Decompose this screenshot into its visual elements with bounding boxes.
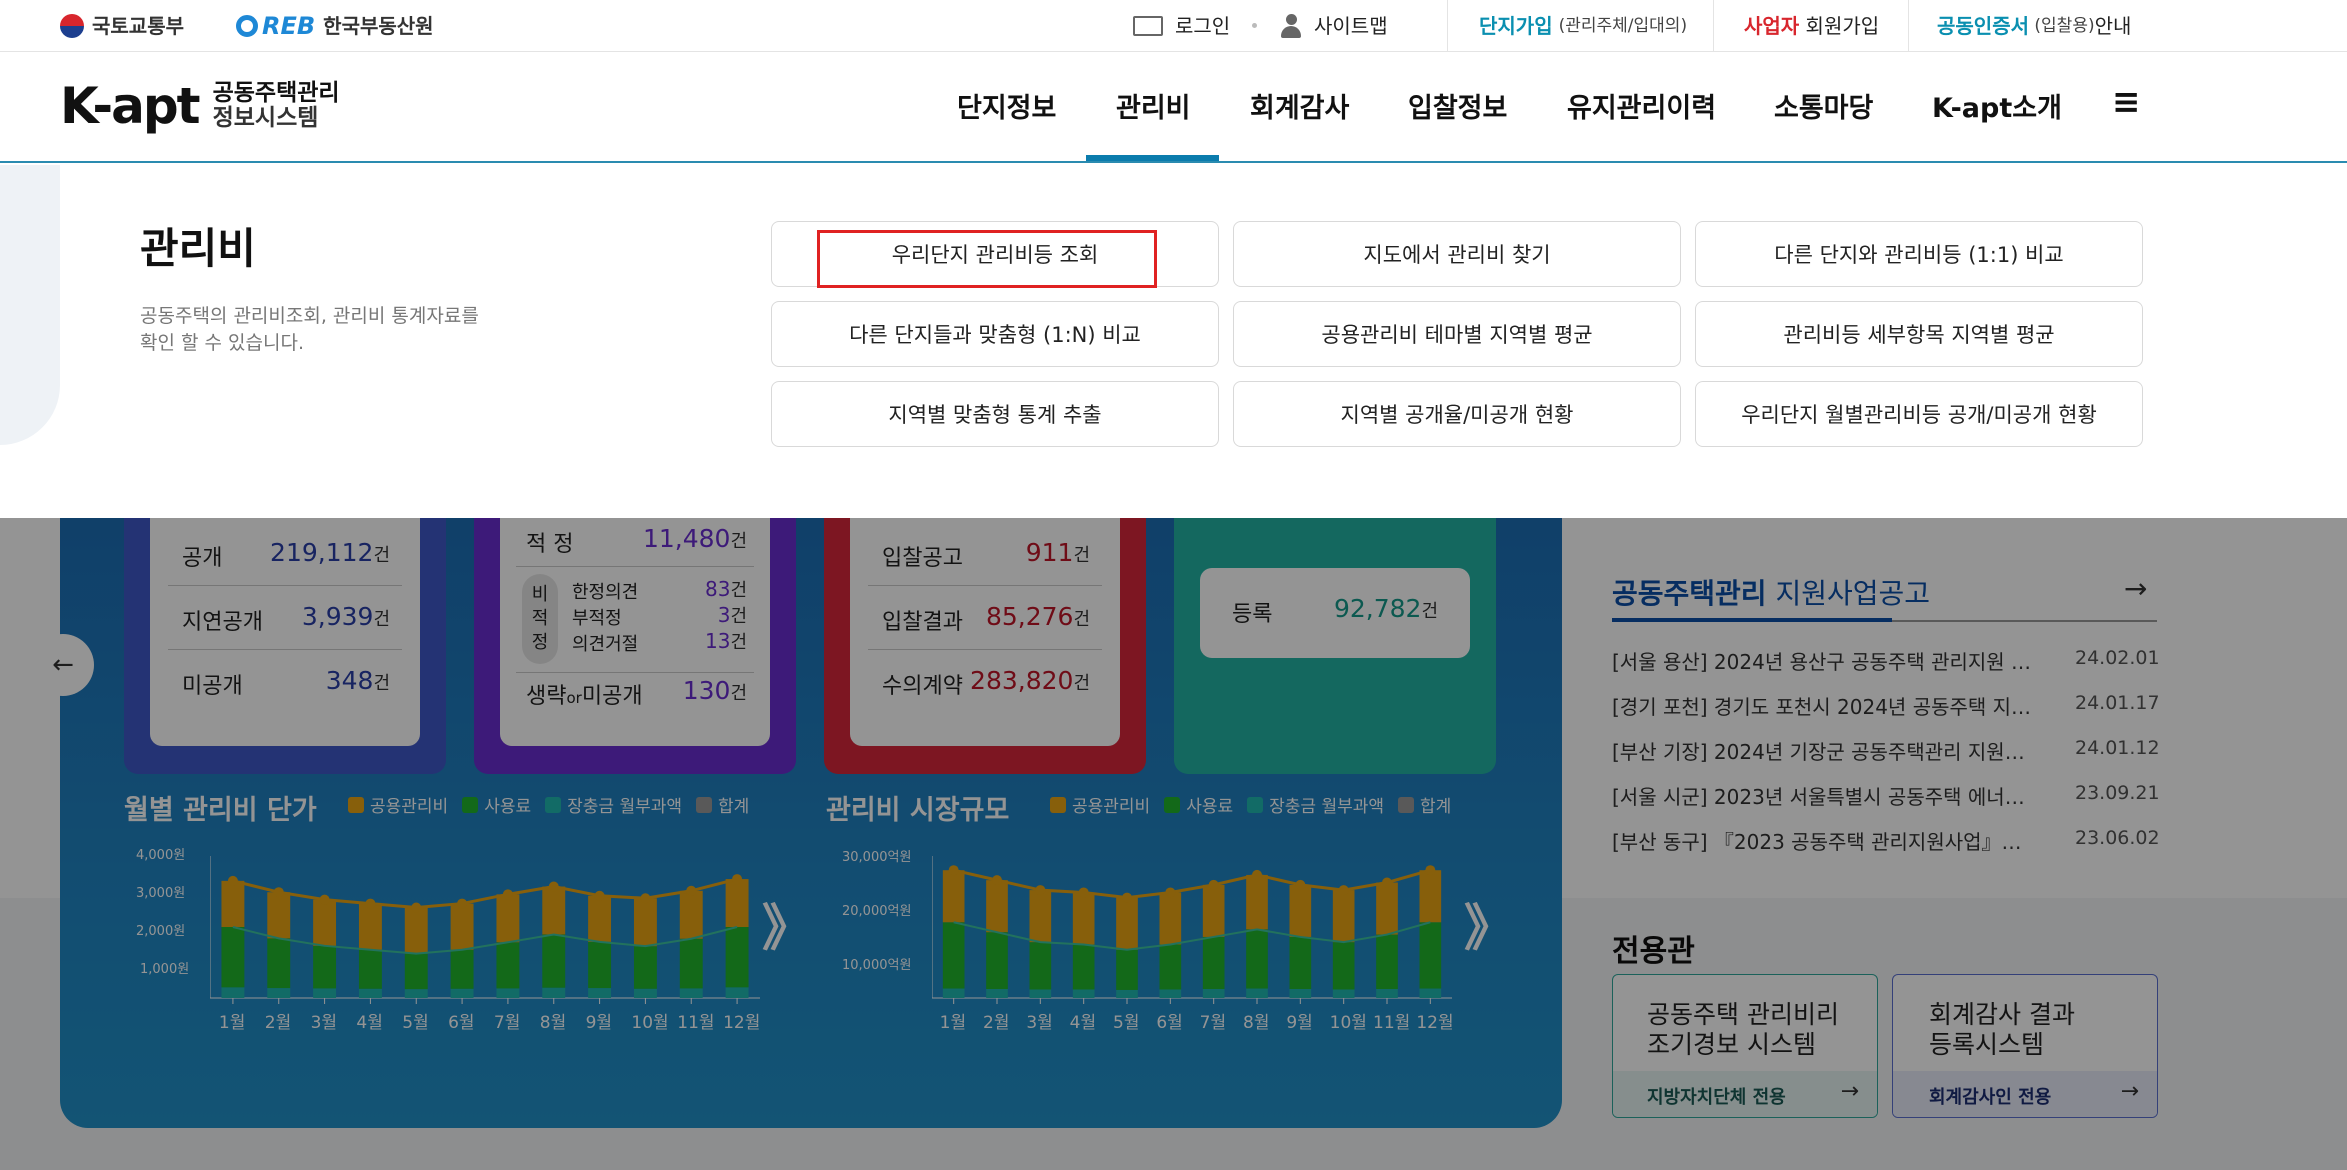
menu-theme-regional-average[interactable]: 공용관리비 테마별 지역별 평균 xyxy=(1233,301,1681,367)
logo-subtitle: 공동주택관리 정보시스템 xyxy=(213,81,340,131)
overlay-dim[interactable] xyxy=(0,518,2347,1170)
menu-one-to-n-compare[interactable]: 다른 단지들과 맞춤형 (1:N) 비교 xyxy=(771,301,1219,367)
dot-separator xyxy=(1252,23,1257,28)
nav-kapt-intro[interactable]: K-apt소개 xyxy=(1932,86,2062,125)
login-link[interactable]: 로그인 xyxy=(1133,0,1230,52)
logo-line-2: 정보시스템 xyxy=(212,105,319,131)
divider xyxy=(1713,0,1714,52)
login-label: 로그인 xyxy=(1175,14,1231,38)
divider xyxy=(1908,0,1909,52)
reb-label: 한국부동산원 xyxy=(323,14,434,38)
menu-regional-disclosure-rate[interactable]: 지역별 공개율/미공개 현황 xyxy=(1233,381,1681,447)
sitemap-link[interactable]: 사이트맵 xyxy=(1280,0,1388,52)
nav-management-fee[interactable]: 관리비 xyxy=(1116,86,1191,125)
menu-one-to-one-compare[interactable]: 다른 단지와 관리비등 (1:1) 비교 xyxy=(1695,221,2143,287)
complex-join-link[interactable]: 단지가입 (관리주체/입대의) xyxy=(1479,0,1687,52)
reb-circle-icon xyxy=(236,15,258,37)
menu-regional-custom-stats[interactable]: 지역별 맞춤형 통계 추출 xyxy=(771,381,1219,447)
nav-complex-info[interactable]: 단지정보 xyxy=(957,86,1056,125)
certificate-guide: 안내 xyxy=(2094,14,2132,38)
logo-text: K-apt xyxy=(60,77,201,135)
complex-join-sub: (관리주체/입대의) xyxy=(1558,16,1688,36)
mlit-label: 국토교통부 xyxy=(92,14,184,38)
reb-logo[interactable]: REB 한국부동산원 xyxy=(236,0,434,52)
certificate-link[interactable]: 공동인증서 (입찰용) 안내 xyxy=(1937,0,2131,52)
decorative-shape xyxy=(0,165,60,445)
mega-menu-desc-2: 확인 할 수 있습니다. xyxy=(140,332,304,354)
main-navigation: K-apt 공동주택관리 정보시스템 단지정보 관리비 회계감사 입찰정보 유지… xyxy=(0,52,2347,163)
kapt-logo[interactable]: K-apt 공동주택관리 정보시스템 xyxy=(60,76,340,136)
certificate-sub: (입찰용) xyxy=(2029,16,2095,36)
highlight-box xyxy=(817,230,1157,288)
nav-communication[interactable]: 소통마당 xyxy=(1774,86,1873,125)
business-join-label: 회원가입 xyxy=(1799,14,1880,38)
utility-bar: 국토교통부 REB 한국부동산원 로그인 사이트맵 단지가입 (관리주체/입대의… xyxy=(0,0,2347,52)
person-icon xyxy=(1280,14,1302,38)
nav-accounting-audit[interactable]: 회계감사 xyxy=(1250,86,1349,125)
reb-mark: REB xyxy=(262,12,316,40)
business-label: 사업자 xyxy=(1744,14,1800,38)
divider xyxy=(1447,0,1448,52)
nav-maintenance-history[interactable]: 유지관리이력 xyxy=(1567,86,1716,125)
active-nav-indicator xyxy=(1086,155,1219,161)
complex-join-label: 단지가입 xyxy=(1479,14,1553,38)
menu-map-fee-search[interactable]: 지도에서 관리비 찾기 xyxy=(1233,221,1681,287)
menu-monthly-disclosure-status[interactable]: 우리단지 월별관리비등 공개/미공개 현황 xyxy=(1695,381,2143,447)
mega-menu-management-fee: 관리비 공동주택의 관리비조회, 관리비 통계자료를 확인 할 수 있습니다. … xyxy=(0,165,2347,518)
menu-item-regional-average[interactable]: 관리비등 세부항목 지역별 평균 xyxy=(1695,301,2143,367)
hamburger-menu-icon[interactable]: ≡ xyxy=(2112,82,2141,122)
sitemap-label: 사이트맵 xyxy=(1314,14,1388,38)
mlit-logo[interactable]: 국토교통부 xyxy=(60,0,184,52)
monitor-icon xyxy=(1133,16,1163,36)
certificate-label: 공동인증서 xyxy=(1937,14,2029,38)
nav-bidding-info[interactable]: 입찰정보 xyxy=(1408,86,1507,125)
mega-menu-desc-1: 공동주택의 관리비조회, 관리비 통계자료를 xyxy=(140,305,479,327)
mega-menu-title: 관리비 xyxy=(140,224,256,273)
taegeuk-icon xyxy=(60,14,84,38)
business-join-link[interactable]: 사업자 회원가입 xyxy=(1744,0,1879,52)
logo-line-1: 공동주택관리 xyxy=(212,80,340,106)
